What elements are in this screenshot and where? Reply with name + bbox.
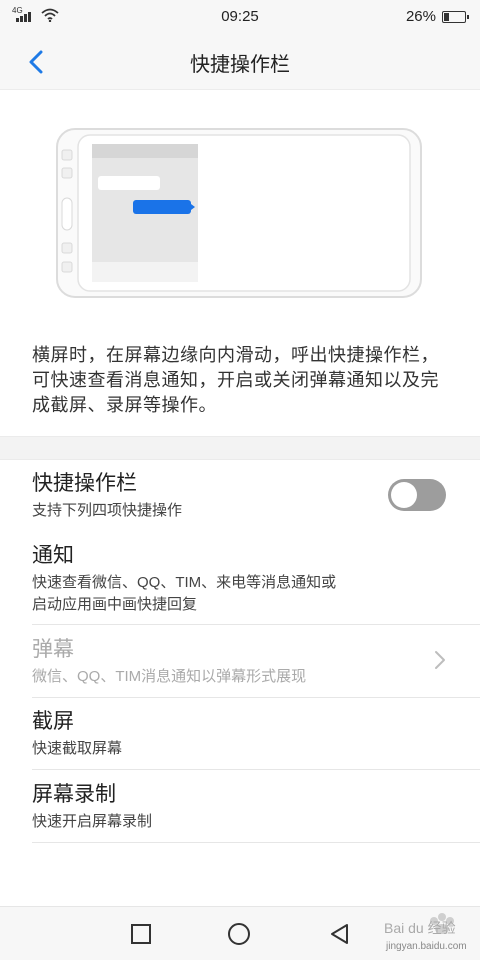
status-right: 26% <box>405 8 469 25</box>
nav-bar: Bai du 经验 jingyan.baidu.com <box>0 906 480 960</box>
screen-record-setting[interactable]: 屏幕录制 快速开启屏幕录制 <box>32 781 448 833</box>
landscape-phone-illustration <box>56 128 422 298</box>
row-divider <box>32 624 480 625</box>
section-divider <box>0 436 480 460</box>
screenshot-setting[interactable]: 截屏 快速截取屏幕 <box>32 708 448 760</box>
app-bar: 快捷操作栏 <box>0 34 480 90</box>
back-triangle-icon <box>331 924 348 944</box>
feature-description: 横屏时，在屏幕边缘向内滑动，呼出快捷操作栏，可快速查看消息通知，开启或关闭弹幕通… <box>32 345 439 415</box>
setting-title: 弹幕 <box>32 638 74 661</box>
battery-percent: 26% <box>405 8 436 25</box>
quick-bar-setting[interactable]: 快捷操作栏 支持下列四项快捷操作 <box>32 470 448 522</box>
setting-subtitle: 支持下列四项快捷操作 <box>32 502 183 519</box>
setting-subtitle: 快速截取屏幕 <box>32 740 123 757</box>
status-bar: 4G 09:25 26% <box>0 0 480 34</box>
baidu-watermark: Bai du 经验 jingyan.baidu.com <box>384 913 467 952</box>
setting-title: 屏幕录制 <box>32 783 116 806</box>
setting-title: 快捷操作栏 <box>32 472 137 495</box>
setting-title: 截屏 <box>32 710 74 733</box>
page-title: 快捷操作栏 <box>190 54 290 76</box>
setting-title: 通知 <box>32 544 74 567</box>
recents-button[interactable] <box>126 919 156 949</box>
watermark-text: Bai du 经验 <box>384 920 456 936</box>
battery-icon <box>442 10 469 23</box>
setting-subtitle-line2: 启动应用画中画快捷回复 <box>32 596 198 613</box>
watermark-url: jingyan.baidu.com <box>385 941 467 952</box>
back-nav-button[interactable] <box>324 919 354 949</box>
row-divider <box>32 697 480 698</box>
row-divider <box>32 842 480 843</box>
chevron-right-icon <box>435 651 445 669</box>
home-circle-icon <box>228 923 250 945</box>
notification-setting[interactable]: 通知 快速查看微信、QQ、TIM、来电等消息通知或 启动应用画中画快捷回复 <box>32 542 448 616</box>
quick-bar-toggle[interactable] <box>388 479 446 511</box>
recents-square-icon <box>131 924 151 944</box>
setting-subtitle: 微信、QQ、TIM消息通知以弹幕形式展现 <box>32 668 307 685</box>
home-button[interactable] <box>224 919 254 949</box>
setting-subtitle-line1: 快速查看微信、QQ、TIM、来电等消息通知或 <box>32 574 337 591</box>
row-divider <box>32 769 480 770</box>
danmaku-setting[interactable]: 弹幕 微信、QQ、TIM消息通知以弹幕形式展现 <box>32 636 448 688</box>
toggle-knob <box>391 482 417 508</box>
setting-subtitle: 快速开启屏幕录制 <box>32 813 153 830</box>
